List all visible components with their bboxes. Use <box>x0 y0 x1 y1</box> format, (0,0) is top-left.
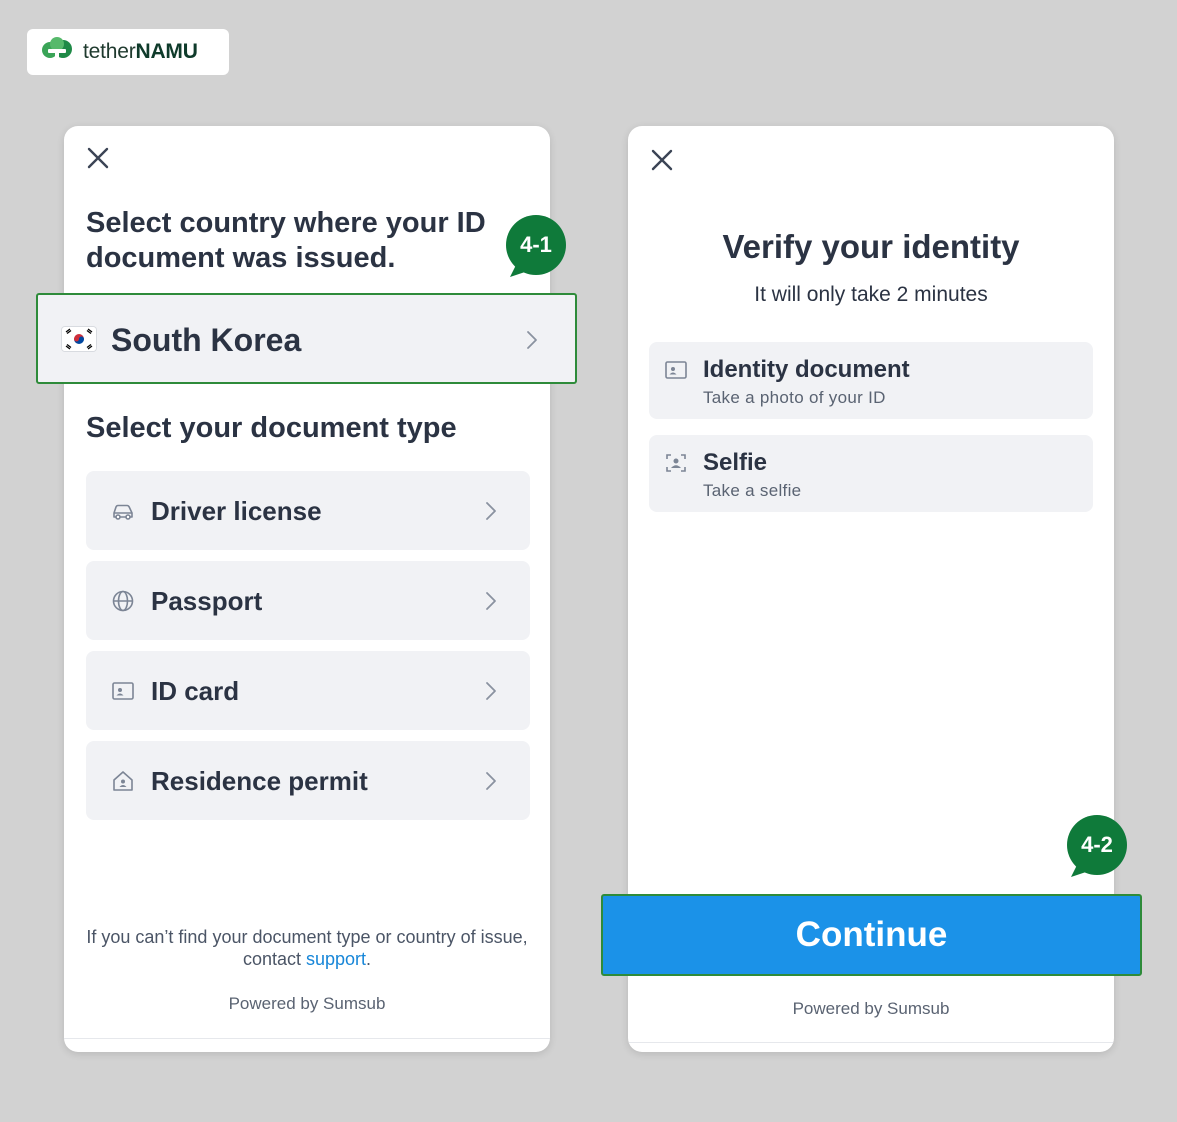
footnote-period: . <box>366 949 372 969</box>
verify-title: Verify your identity <box>722 228 1020 265</box>
globe-icon <box>112 590 134 612</box>
badge-label: 4-1 <box>520 232 552 257</box>
powered-by: Powered by Sumsub <box>792 999 950 1018</box>
step-selfie: Selfie Take a selfie <box>649 435 1093 512</box>
doc-option-label: ID card <box>151 676 240 706</box>
doc-option-id-card[interactable]: ID card <box>86 651 530 730</box>
brand-name-bold: NAMU <box>135 40 198 63</box>
step-subtitle: Take a selfie <box>703 481 802 500</box>
tree-logo-icon <box>42 37 72 67</box>
chevron-right-icon <box>486 682 496 700</box>
divider <box>64 1038 550 1039</box>
document-type-title: Select your document type <box>86 412 457 444</box>
south-korea-flag-icon <box>62 327 96 351</box>
chevron-right-icon <box>527 331 537 349</box>
close-icon[interactable] <box>650 148 674 172</box>
badge-label: 4-2 <box>1081 832 1113 857</box>
id-card-icon <box>665 361 687 379</box>
verify-subtitle: It will only take 2 minutes <box>754 283 988 306</box>
doc-option-residence-permit[interactable]: Residence permit <box>86 741 530 820</box>
divider <box>628 1042 1114 1043</box>
country-title: Select country where your ID document wa… <box>86 207 486 274</box>
step-title: Identity document <box>703 356 910 383</box>
step-badge-4-1: 4-1 <box>506 215 566 277</box>
doc-option-driver-license[interactable]: Driver license <box>86 471 530 550</box>
selfie-icon <box>666 454 686 472</box>
step-badge-4-2: 4-2 <box>1067 815 1127 877</box>
tether-namu-logo: tetherNAMU <box>27 29 229 75</box>
doc-option-passport[interactable]: Passport <box>86 561 530 640</box>
country-label: South Korea <box>111 322 302 358</box>
doc-option-label: Residence permit <box>151 766 368 796</box>
country-document-screen: Select country where your ID document wa… <box>64 126 550 1052</box>
step-title: Selfie <box>703 449 768 476</box>
country-selector[interactable]: South Korea <box>36 293 577 384</box>
doc-option-label: Driver license <box>151 496 322 526</box>
step-subtitle: Take a photo of your ID <box>703 388 886 407</box>
doc-option-label: Passport <box>151 586 263 616</box>
close-icon[interactable] <box>86 146 110 170</box>
house-icon <box>113 771 133 791</box>
step-identity-document: Identity document Take a photo of your I… <box>649 342 1093 419</box>
powered-by: Powered by Sumsub <box>228 994 386 1013</box>
brand-name-light: tether <box>83 40 136 63</box>
id-card-icon <box>112 682 134 700</box>
chevron-right-icon <box>486 772 496 790</box>
brand-name: tetherNAMU <box>83 40 198 64</box>
continue-button[interactable]: Continue <box>601 894 1142 976</box>
help-footnote: If you can’t find your document type or … <box>64 926 550 970</box>
chevron-right-icon <box>486 502 496 520</box>
car-icon <box>113 504 133 520</box>
chevron-right-icon <box>486 592 496 610</box>
support-link[interactable]: support <box>306 949 366 969</box>
